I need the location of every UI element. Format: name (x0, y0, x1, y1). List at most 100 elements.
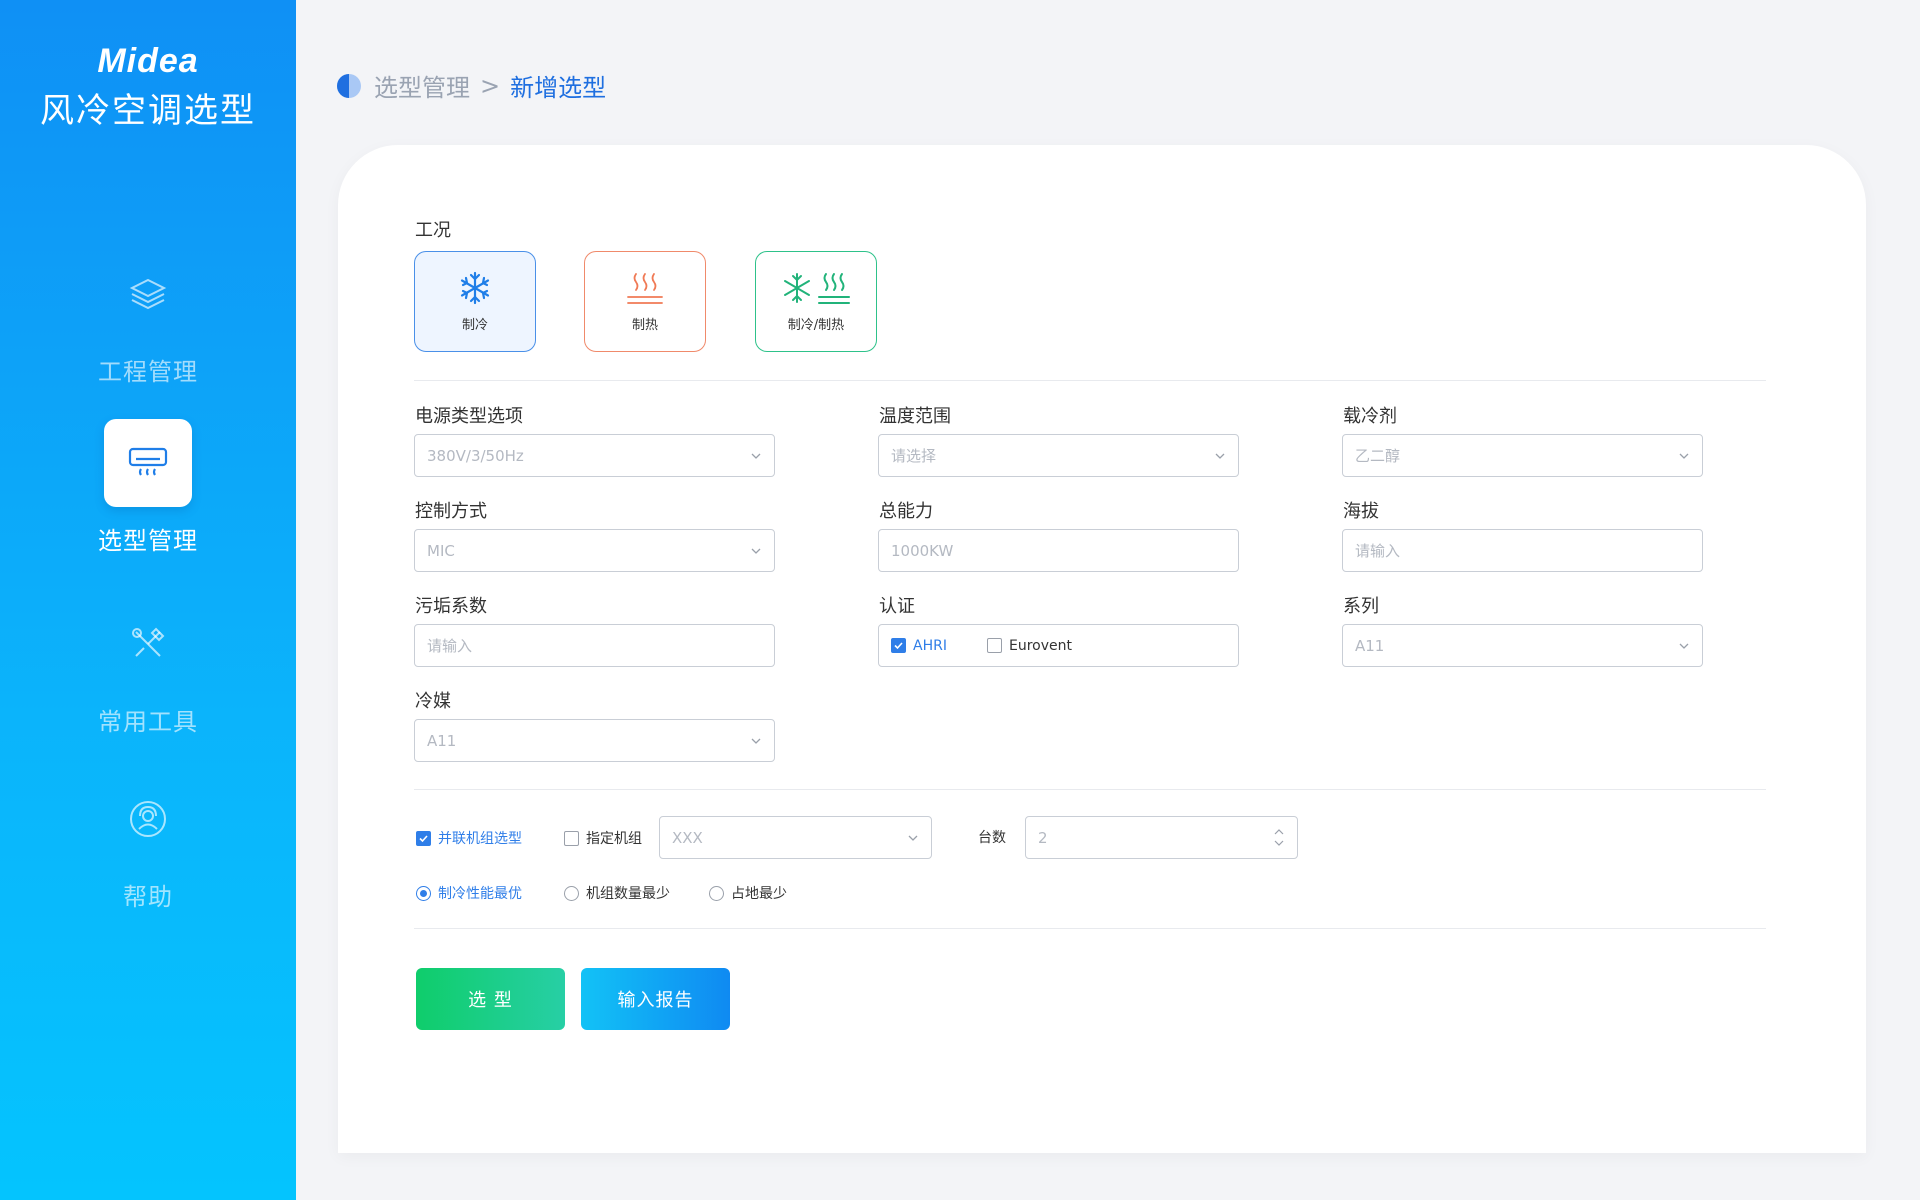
conditions-title: 工况 (415, 220, 451, 241)
total-capacity-label: 总能力 (879, 501, 933, 522)
cert-eurovent-label: Eurovent (1008, 637, 1072, 654)
heat-waves-icon (627, 273, 663, 304)
unit-count-label: 台数 (978, 830, 1006, 846)
layers-icon (104, 250, 192, 338)
refrigerant-label: 冷媒 (415, 691, 451, 712)
radio-best-cooling[interactable]: 制冷性能最优 (416, 883, 522, 903)
total-capacity-value: 1000KW (891, 541, 954, 560)
power-type-label: 电源类型选项 (415, 406, 523, 427)
radio-dot-icon (564, 885, 579, 901)
sidebar-item-label: 选型管理 (98, 527, 198, 555)
select-button[interactable]: 选 型 (416, 968, 565, 1030)
certification-label: 认证 (879, 596, 915, 617)
sidebar-item-label: 常用工具 (98, 708, 198, 736)
mode-label: 制热 (631, 318, 658, 333)
coolant-value: 乙二醇 (1355, 447, 1401, 465)
coolant-select[interactable]: 乙二醇 (1342, 434, 1703, 477)
sidebar-item-tools[interactable]: 常用工具 (0, 600, 296, 737)
control-mode-select[interactable]: MIC (414, 529, 775, 572)
sidebar-item-help[interactable]: 帮助 (0, 775, 296, 912)
chevron-down-icon (1215, 453, 1225, 459)
cert-ahri-checkbox[interactable]: AHRI (891, 638, 947, 654)
report-button[interactable]: 输入报告 (581, 968, 730, 1030)
temp-range-label: 温度范围 (879, 406, 951, 427)
control-mode-value: MIC (427, 541, 455, 560)
chevron-down-icon (751, 453, 761, 459)
half-circle-icon (337, 73, 361, 98)
chevron-down-icon (751, 548, 761, 554)
unit-select[interactable]: XXX (659, 816, 932, 859)
breadcrumb-parent[interactable]: 选型管理 (374, 68, 470, 103)
sidebar-item-label: 帮助 (123, 883, 173, 911)
chevron-up-icon[interactable] (1273, 828, 1285, 836)
radio-fewest-units[interactable]: 机组数量最少 (564, 883, 670, 903)
cert-ahri-label: AHRI (913, 637, 947, 654)
chevron-down-icon (1679, 453, 1689, 459)
fouling-label: 污垢系数 (415, 596, 487, 617)
check-icon (891, 638, 906, 653)
unit-select-value: XXX (672, 828, 703, 847)
support-agent-icon (104, 775, 192, 863)
temp-range-placeholder: 请选择 (891, 447, 937, 465)
sidebar: Midea 风冷空调选型 工程管理 选型管理 常用工具 帮助 (0, 0, 296, 1200)
mode-cooling[interactable]: 制冷 (414, 251, 536, 352)
brand-logo: Midea (97, 42, 199, 80)
temp-range-select[interactable]: 请选择 (878, 434, 1239, 477)
parallel-unit-checkbox[interactable]: 并联机组选型 (416, 828, 522, 848)
radio-label: 制冷性能最优 (438, 886, 522, 902)
unit-count-value: 2 (1038, 828, 1048, 847)
series-label: 系列 (1343, 596, 1379, 617)
divider (414, 928, 1766, 929)
power-type-value: 380V/3/50Hz (427, 446, 524, 465)
breadcrumb: 选型管理 > 新增选型 (336, 68, 606, 103)
refrigerant-select[interactable]: A11 (414, 719, 775, 762)
radio-label: 机组数量最少 (586, 886, 670, 902)
checkbox-empty-icon (564, 830, 579, 846)
parallel-unit-label: 并联机组选型 (438, 831, 522, 847)
altitude-label: 海拔 (1343, 501, 1379, 522)
breadcrumb-separator: > (480, 71, 501, 100)
tools-icon (104, 600, 192, 688)
unit-count-stepper[interactable]: 2 (1025, 816, 1298, 859)
specified-unit-label: 指定机组 (586, 831, 642, 847)
fouling-input[interactable]: 请输入 (414, 624, 775, 667)
fouling-placeholder: 请输入 (427, 637, 473, 655)
total-capacity-input[interactable]: 1000KW (878, 529, 1239, 572)
divider (414, 789, 1766, 790)
series-value: A11 (1355, 636, 1385, 655)
power-type-select[interactable]: 380V/3/50Hz (414, 434, 775, 477)
snowflake-icon (460, 271, 490, 305)
radio-label: 占地最少 (731, 886, 787, 902)
certification-group: AHRI Eurovent (878, 624, 1239, 667)
divider (414, 380, 1766, 381)
logo: Midea 风冷空调选型 (0, 42, 296, 132)
radio-dot-icon (416, 885, 431, 901)
mode-cooling-heating[interactable]: 制冷/制热 (755, 251, 877, 352)
check-icon (416, 830, 431, 846)
altitude-input[interactable]: 请输入 (1342, 529, 1703, 572)
checkbox-empty-icon (986, 638, 1002, 653)
chevron-down-icon (751, 738, 761, 744)
snowflake-heat-icon (784, 273, 850, 304)
mode-label: 制冷/制热 (787, 318, 845, 333)
control-mode-label: 控制方式 (415, 501, 487, 522)
chevron-down-icon (908, 835, 918, 841)
mode-heating[interactable]: 制热 (584, 251, 706, 352)
mode-label: 制冷 (461, 318, 488, 333)
breadcrumb-current: 新增选型 (510, 74, 607, 102)
sidebar-item-projects[interactable]: 工程管理 (0, 250, 296, 387)
radio-dot-icon (709, 885, 724, 901)
sidebar-item-selection[interactable]: 选型管理 (0, 419, 296, 556)
coolant-label: 载冷剂 (1343, 406, 1397, 427)
altitude-placeholder: 请输入 (1355, 542, 1401, 560)
sidebar-item-label: 工程管理 (98, 358, 198, 386)
chevron-down-icon[interactable] (1273, 839, 1285, 847)
chevron-down-icon (1679, 643, 1689, 649)
radio-least-footprint[interactable]: 占地最少 (709, 883, 787, 903)
specified-unit-checkbox[interactable]: 指定机组 (564, 828, 642, 848)
series-select[interactable]: A11 (1342, 624, 1703, 667)
app-title: 风冷空调选型 (40, 91, 256, 131)
refrigerant-value: A11 (427, 731, 457, 750)
air-conditioner-icon (104, 419, 192, 507)
cert-eurovent-checkbox[interactable]: Eurovent (986, 637, 1072, 654)
